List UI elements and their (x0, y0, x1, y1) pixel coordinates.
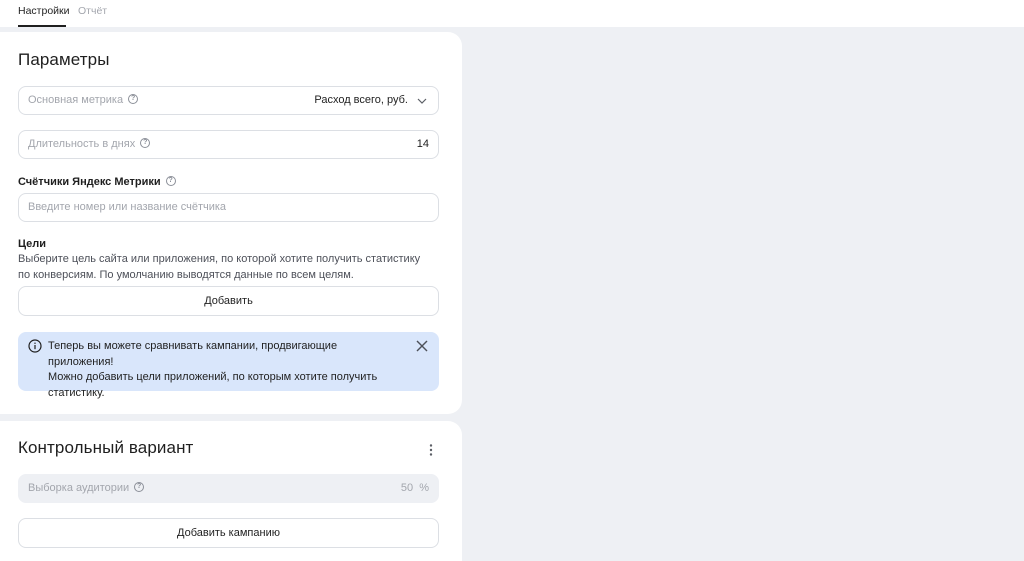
info-icon (28, 339, 42, 353)
duration-label-wrap: Длительность в днях? (28, 138, 151, 150)
add-campaign-button[interactable]: Добавить кампанию (18, 518, 439, 548)
main-metric-value: Расход всего, руб. (314, 94, 408, 106)
info-text: Теперь вы можете сравнивать кампании, пр… (48, 339, 398, 401)
parameters-card: Параметры Основная метрика? Расход всего… (0, 32, 462, 414)
counters-input[interactable]: Введите номер или название счётчика (18, 193, 439, 222)
control-variant-title: Контрольный вариант (18, 438, 194, 457)
duration-value[interactable]: 14 (417, 138, 429, 150)
audience-label: Выборка аудитории (28, 482, 130, 494)
more-vertical-icon[interactable] (427, 443, 435, 457)
audience-unit: % (419, 482, 429, 494)
goals-description: Выберите цель сайта или приложения, по к… (18, 252, 428, 283)
counters-label-wrap: Счётчики Яндекс Метрики? (18, 176, 176, 188)
audience-sample-field: Выборка аудитории? 50 % (18, 474, 439, 503)
info-line2: Можно добавить цели приложений, по котор… (48, 371, 378, 383)
audience-value-wrap: 50 % (401, 482, 429, 494)
audience-value: 50 (400, 482, 414, 494)
main-metric-label: Основная метрика (28, 94, 124, 106)
counters-label: Счётчики Яндекс Метрики (18, 176, 161, 188)
main-metric-select[interactable]: Основная метрика? Расход всего, руб. (18, 86, 439, 115)
goals-desc-line1: Выберите цель сайта или приложения, по к… (18, 253, 421, 265)
audience-label-wrap: Выборка аудитории? (28, 482, 145, 494)
info-line3: статистику. (48, 386, 105, 399)
tab-settings[interactable]: Настройки (18, 5, 70, 27)
info-line1: Теперь вы можете сравнивать кампании, пр… (48, 340, 338, 368)
goals-label: Цели (18, 238, 47, 250)
duration-label: Длительность в днях (28, 138, 136, 150)
counters-placeholder: Введите номер или название счётчика (28, 201, 227, 213)
main-metric-label-wrap: Основная метрика? (28, 94, 139, 106)
help-icon[interactable]: ? (134, 482, 145, 493)
help-icon[interactable]: ? (128, 94, 139, 105)
help-icon[interactable]: ? (140, 138, 151, 149)
close-icon[interactable] (416, 340, 428, 352)
help-icon[interactable]: ? (165, 176, 176, 187)
chevron-down-icon (417, 98, 427, 104)
info-banner: Теперь вы можете сравнивать кампании, пр… (18, 332, 439, 399)
goals-desc-line2: по конверсиям. По умолчанию выводятся да… (18, 268, 354, 281)
tab-report[interactable]: Отчёт (78, 5, 107, 27)
add-goal-button[interactable]: Добавить (18, 286, 439, 316)
tab-bar: Настройки Отчёт (0, 0, 1024, 27)
control-variant-card: Контрольный вариант Выборка аудитории? 5… (0, 421, 462, 561)
duration-field[interactable]: Длительность в днях? 14 (18, 130, 439, 159)
parameters-title: Параметры (18, 50, 110, 69)
